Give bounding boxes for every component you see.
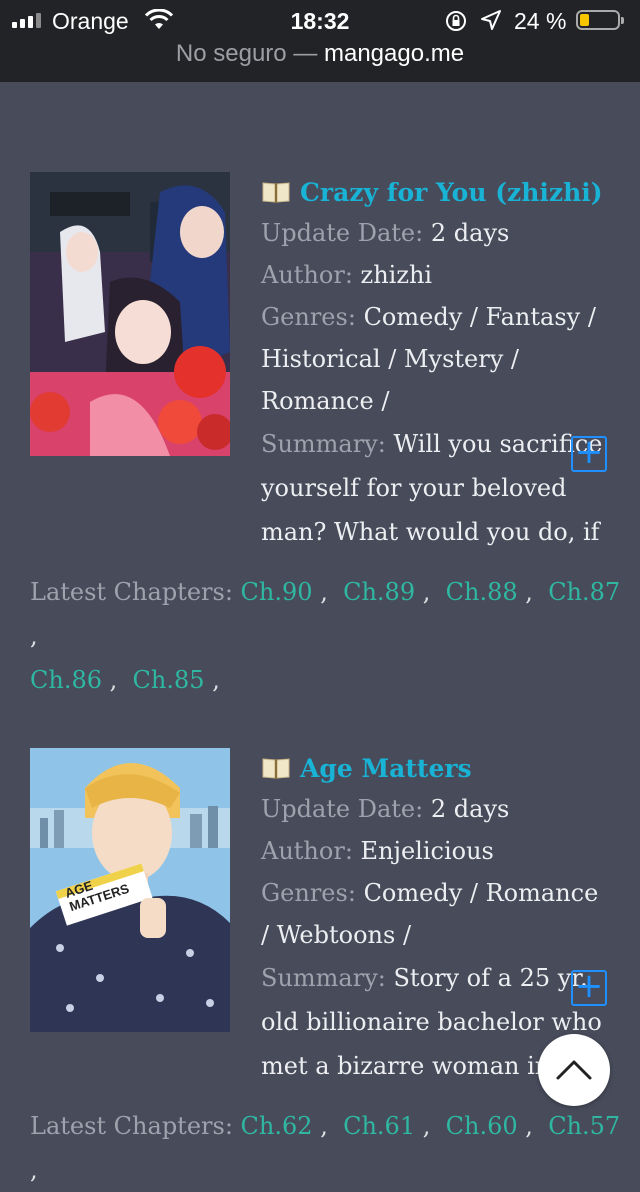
- manga-title-link[interactable]: Crazy for You (zhizhi): [300, 178, 603, 207]
- chapter-link[interactable]: Ch.86: [30, 666, 102, 694]
- book-icon: [261, 180, 291, 204]
- manga-title-row: Age Matters: [261, 748, 606, 788]
- url-dash: —: [293, 40, 318, 67]
- battery-icon: [576, 10, 624, 30]
- chapter-link[interactable]: Ch.90: [241, 578, 313, 606]
- carrier-name: Orange: [52, 8, 129, 34]
- chapter-link[interactable]: Ch.87: [548, 578, 620, 606]
- battery-level: [580, 14, 589, 26]
- update-date: Update Date: 2 days: [261, 795, 510, 823]
- author: Author: zhizhi: [261, 261, 433, 289]
- latest-chapters: Latest Chapters: Ch.62 , Ch.61 , Ch.60 ,…: [30, 1112, 621, 1184]
- chevron-up-icon: [556, 1060, 592, 1080]
- orientation-lock-icon: [444, 9, 468, 38]
- chapter-link[interactable]: Ch.88: [446, 578, 518, 606]
- genres: Genres: Comedy / Fantasy / Historical / …: [261, 303, 596, 415]
- manga-cover-image[interactable]: [30, 172, 230, 456]
- wifi-icon: [144, 8, 174, 36]
- browser-top-bar: Orange 18:32 24 % No seguro — mangago.me: [0, 0, 640, 82]
- security-status: No seguro: [175, 40, 287, 67]
- location-arrow-icon: [480, 9, 502, 36]
- address-bar[interactable]: No seguro — mangago.me: [0, 40, 640, 68]
- chapter-link[interactable]: Ch.85: [133, 666, 205, 694]
- expand-summary-button[interactable]: +: [571, 969, 607, 1006]
- summary: Summary: Will you sacrifice yourself for…: [261, 430, 603, 546]
- book-icon: [261, 756, 291, 780]
- update-date: Update Date: 2 days: [261, 219, 510, 247]
- expand-summary-button[interactable]: +: [571, 435, 607, 472]
- battery-percentage: 24 %: [514, 8, 567, 34]
- latest-chapters: Latest Chapters: Ch.90 , Ch.89 , Ch.88 ,…: [30, 578, 621, 694]
- url-domain: mangago.me: [323, 40, 465, 67]
- author: Author: Enjelicious: [261, 837, 494, 865]
- genres: Genres: Comedy / Romance / Webtoons /: [261, 879, 599, 949]
- scroll-to-top-button[interactable]: [538, 1034, 610, 1106]
- chapter-link[interactable]: Ch.89: [343, 578, 415, 606]
- manga-title-row: Crazy for You (zhizhi): [261, 172, 606, 212]
- status-bar: Orange 18:32 24 %: [0, 0, 640, 42]
- cell-signal-icon: [12, 13, 41, 28]
- manga-title-link[interactable]: Age Matters: [300, 754, 472, 783]
- manga-cover-image[interactable]: AGE MATTERS: [30, 748, 230, 1032]
